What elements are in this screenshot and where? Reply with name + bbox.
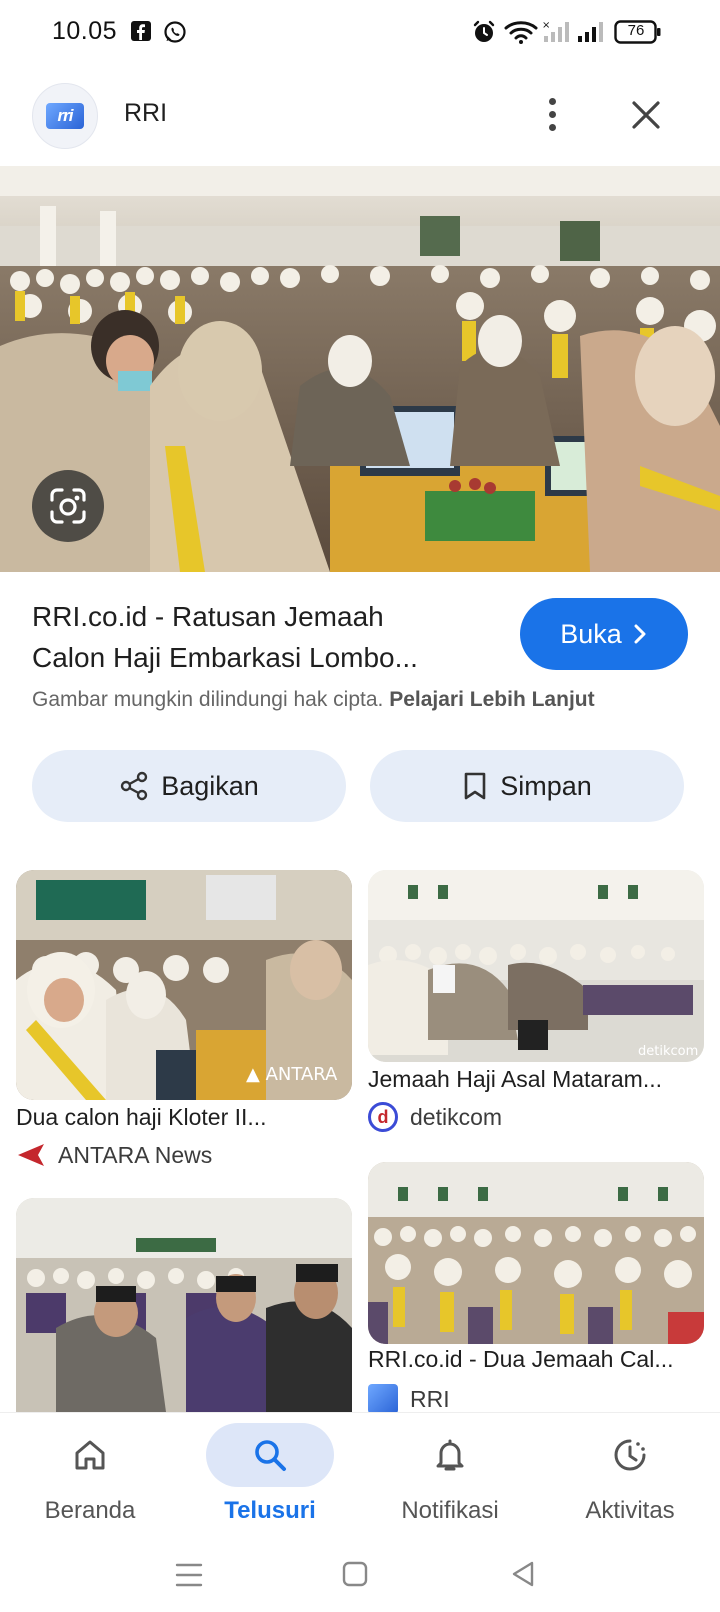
nav-label-beranda: Beranda <box>44 1497 136 1524</box>
more-options-button[interactable] <box>536 92 568 140</box>
related-source-4[interactable]: RRI <box>368 1384 450 1414</box>
signal-sim1-icon: × <box>542 20 572 49</box>
related-title-1[interactable]: Dua calon haji Kloter II... <box>16 1104 352 1131</box>
related-source-2[interactable]: d detikcom <box>368 1102 502 1132</box>
nav-notifikasi[interactable]: Notifikasi <box>360 1413 540 1537</box>
watermark-antara: ▲ ANTARA <box>246 1064 338 1085</box>
hall-photo <box>0 166 720 572</box>
watermark-detik: detikcom <box>638 1044 698 1059</box>
svg-text:×: × <box>542 20 550 31</box>
rri-source-icon <box>368 1384 398 1414</box>
facebook-icon <box>130 20 152 47</box>
status-bar: 10.05 × 76 <box>0 0 720 66</box>
learn-more-link[interactable]: Pelajari Lebih Lanjut <box>389 688 594 711</box>
home-square-icon[interactable] <box>342 1560 368 1588</box>
related-source-1[interactable]: ANTARA News <box>16 1140 212 1170</box>
nav-label-telusuri: Telusuri <box>224 1497 316 1524</box>
share-icon <box>121 771 148 801</box>
nav-telusuri[interactable]: Telusuri <box>180 1413 360 1537</box>
share-button[interactable]: Bagikan <box>32 750 346 822</box>
save-label: Simpan <box>500 770 592 801</box>
related-source-label-1: ANTARA News <box>58 1141 213 1168</box>
site-avatar[interactable]: rri <box>32 83 98 149</box>
related-photo-2: detikcom <box>368 870 704 1062</box>
google-lens-icon <box>50 488 86 524</box>
share-label: Bagikan <box>161 770 259 801</box>
signal-sim2-icon <box>576 20 606 49</box>
related-image-2[interactable]: detikcom <box>368 870 704 1062</box>
header: rri RRI <box>0 80 720 176</box>
more-dot <box>548 98 556 105</box>
page: 10.05 × 76 rri RRI RRI.co.id - Ratusan J… <box>0 0 720 1612</box>
battery-icon: 76 <box>614 19 662 50</box>
home-icon <box>75 1440 105 1470</box>
wifi-icon <box>504 20 538 49</box>
related-source-label-4: RRI <box>410 1385 450 1412</box>
system-nav-bar <box>0 1540 720 1612</box>
result-title-line2: Calon Haji Embarkasi Lombo... <box>32 642 418 673</box>
detik-logo-icon: d <box>368 1102 398 1132</box>
alarm-icon <box>472 20 496 49</box>
nav-beranda[interactable]: Beranda <box>0 1413 180 1537</box>
open-button[interactable]: Buka <box>520 598 688 670</box>
save-button[interactable]: Simpan <box>370 750 684 822</box>
nav-label-notifikasi: Notifikasi <box>401 1497 499 1524</box>
copyright-text: Gambar mungkin dilindungi hak cipta. <box>32 688 384 711</box>
battery-level: 76 <box>627 22 645 39</box>
related-title-4[interactable]: RRI.co.id - Dua Jemaah Cal... <box>368 1346 704 1373</box>
recents-menu-icon[interactable] <box>175 1562 203 1588</box>
activity-history-icon <box>614 1439 646 1471</box>
rri-logo: rri <box>46 103 84 129</box>
close-icon <box>632 101 660 129</box>
chevron-right-icon <box>634 624 646 644</box>
more-dot <box>548 111 556 118</box>
related-title-2[interactable]: Jemaah Haji Asal Mataram... <box>368 1066 704 1093</box>
related-photo-1: ▲ ANTARA <box>16 870 352 1100</box>
copyright-note: Gambar mungkin dilindungi hak cipta. Pel… <box>32 688 595 712</box>
search-icon <box>255 1440 286 1471</box>
related-photo-3 <box>16 1198 352 1412</box>
bookmark-icon <box>464 772 486 800</box>
status-time: 10.05 <box>52 17 118 45</box>
back-triangle-icon[interactable] <box>510 1560 536 1588</box>
related-photo-4 <box>368 1162 704 1344</box>
related-source-label-2: detikcom <box>410 1103 503 1130</box>
page-title: RRI <box>124 99 168 127</box>
nav-label-aktivitas: Aktivitas <box>585 1497 675 1524</box>
hero-image[interactable] <box>0 166 720 572</box>
close-button[interactable] <box>629 98 663 132</box>
result-title-line1: RRI.co.id - Ratusan Jemaah <box>32 601 384 632</box>
open-button-label: Buka <box>560 618 622 649</box>
antara-logo-icon <box>18 1144 44 1166</box>
bottom-nav: Beranda Telusuri Notifikasi Aktivitas <box>0 1412 720 1536</box>
related-image-1[interactable]: ▲ ANTARA <box>16 870 352 1100</box>
related-image-3[interactable] <box>16 1198 352 1412</box>
nav-aktivitas[interactable]: Aktivitas <box>540 1413 720 1537</box>
more-dot <box>548 124 556 131</box>
related-image-4[interactable] <box>368 1162 704 1344</box>
lens-button[interactable] <box>32 470 104 542</box>
bell-icon <box>436 1439 464 1471</box>
whatsapp-icon <box>163 20 187 49</box>
result-title[interactable]: RRI.co.id - Ratusan Jemaah Calon Haji Em… <box>32 596 502 678</box>
